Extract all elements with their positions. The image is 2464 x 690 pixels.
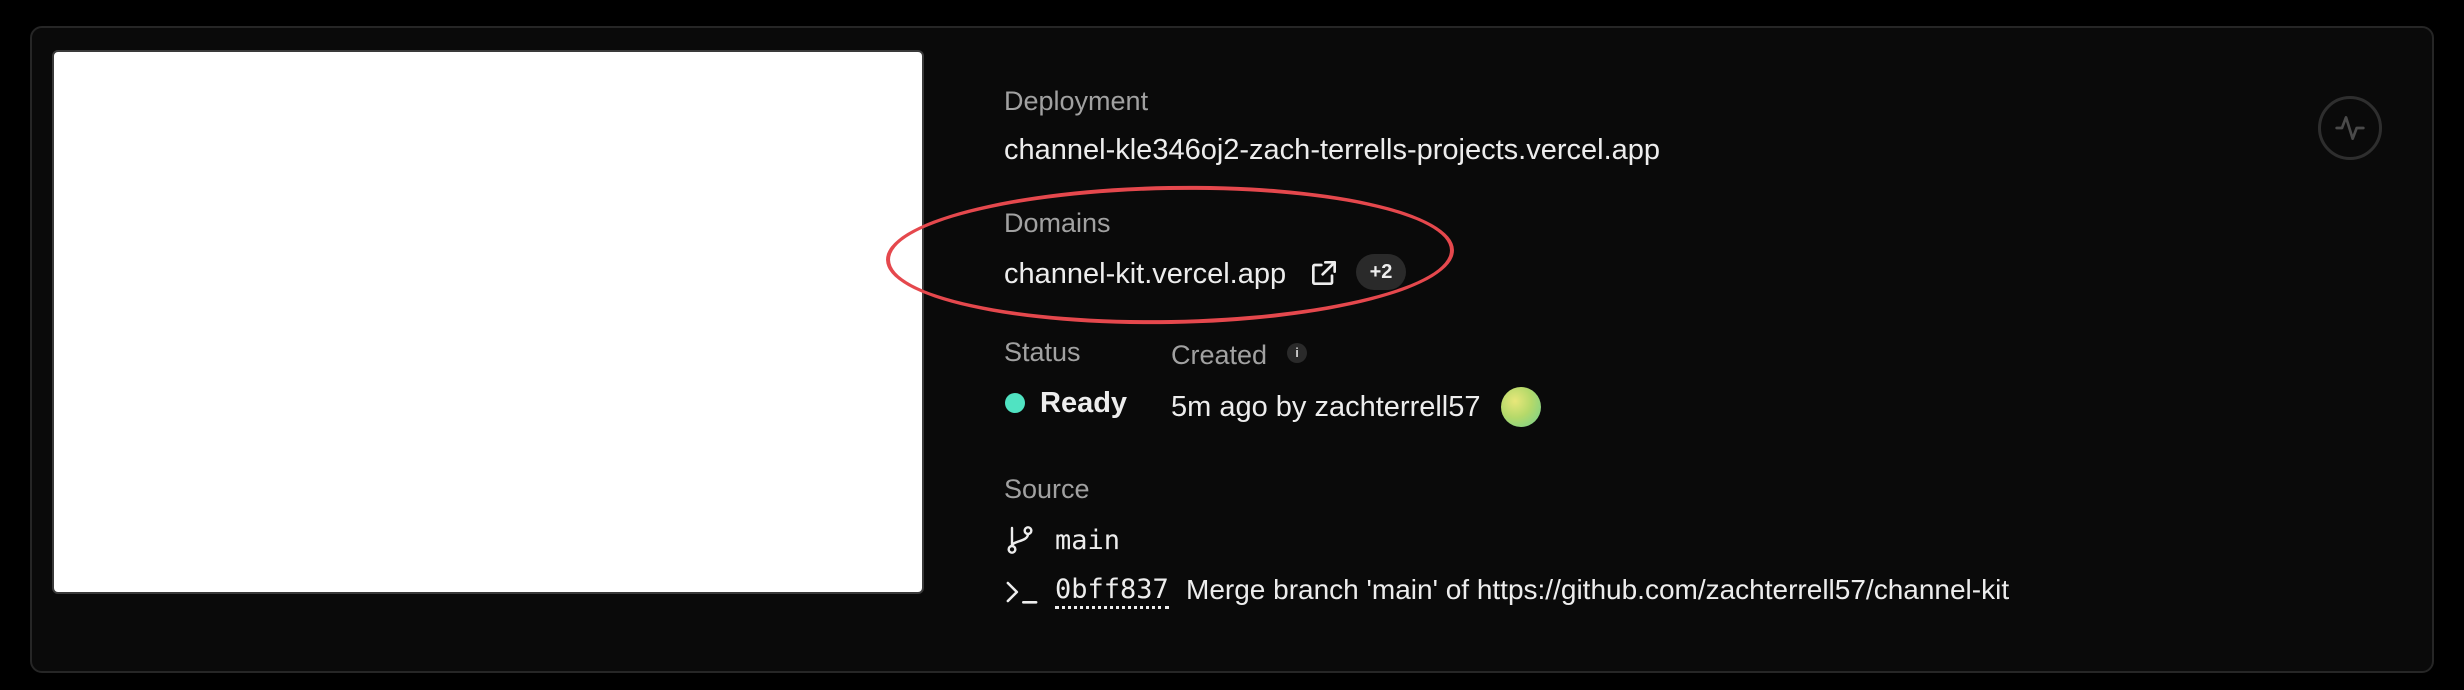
deployment-url-link[interactable]: channel-kle346oj2-zach-terrells-projects… [1004, 134, 1660, 167]
git-branch-icon [1007, 526, 1033, 554]
deployment-label: Deployment [1004, 86, 1149, 116]
domains-label: Domains [1004, 208, 1111, 238]
commit-message: Merge branch 'main' of https://github.co… [1186, 574, 2010, 605]
avatar[interactable] [1501, 387, 1541, 427]
terminal-prompt-icon [1006, 581, 1038, 604]
status-label: Status [1004, 337, 1081, 367]
created-value: 5m ago by zachterrell57 [1171, 391, 1481, 423]
deployment-preview-thumbnail[interactable] [52, 50, 924, 594]
domain-primary-link[interactable]: channel-kit.vercel.app [1004, 258, 1286, 291]
domains-more-badge[interactable]: +2 [1356, 254, 1406, 290]
external-link-icon[interactable] [1308, 257, 1340, 289]
commit-hash-link[interactable]: 0bff837 [1055, 574, 1169, 609]
source-branch[interactable]: main [1055, 525, 1120, 556]
created-label: Created [1171, 340, 1268, 370]
status-ready-dot [1005, 393, 1025, 413]
activity-button[interactable] [2318, 96, 2382, 160]
info-icon[interactable]: i [1287, 343, 1307, 363]
status-value: Ready [1040, 387, 1128, 419]
source-label: Source [1004, 474, 1090, 504]
activity-pulse-icon [2335, 116, 2365, 140]
